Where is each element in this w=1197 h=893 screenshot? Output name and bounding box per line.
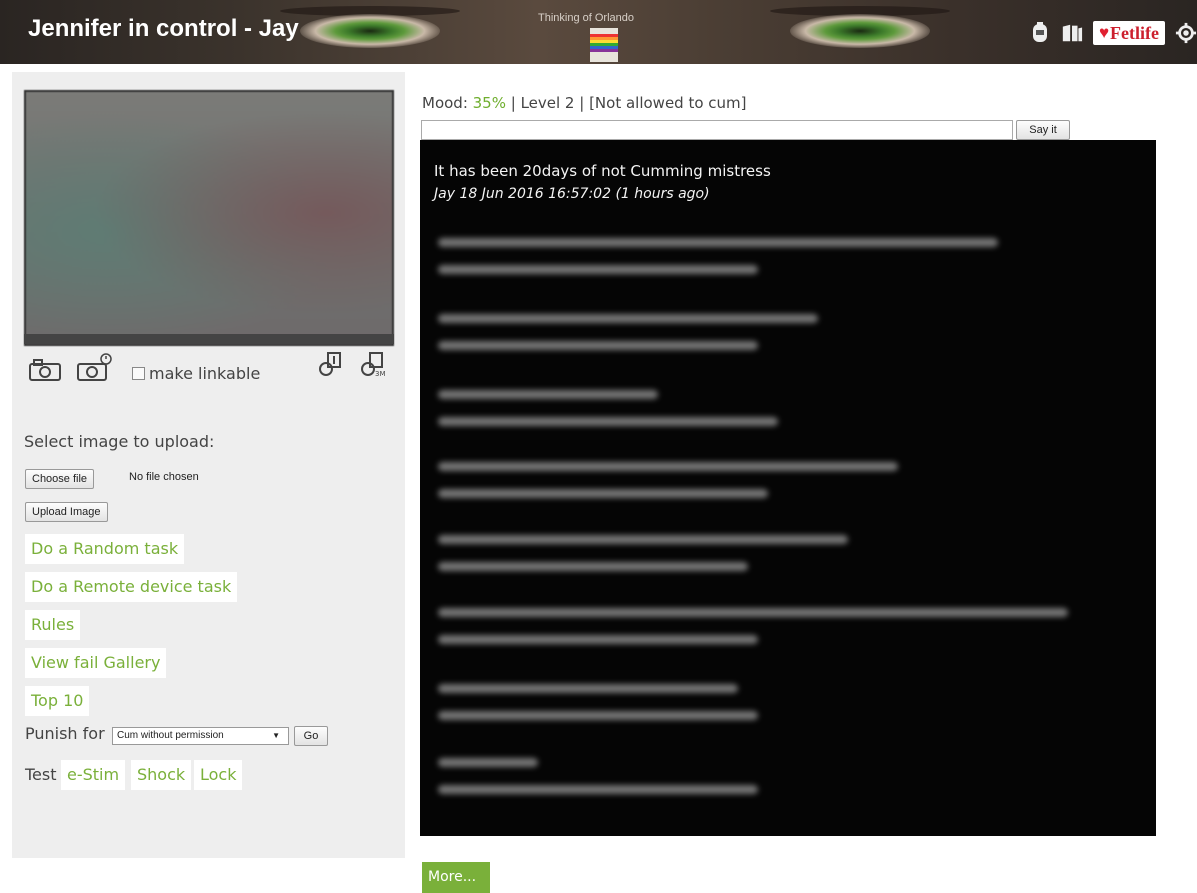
page-title[interactable]: Jennifer in control - Jay bbox=[28, 15, 299, 43]
go-button[interactable]: Go bbox=[294, 726, 328, 746]
blurred-chat-message bbox=[438, 314, 818, 368]
blurred-chat-message bbox=[438, 390, 778, 444]
camera-timer-icon[interactable] bbox=[76, 352, 116, 386]
blurred-chat-message bbox=[438, 535, 848, 589]
fetlife-label: Fetlife bbox=[1110, 22, 1159, 43]
blurred-chat-message bbox=[438, 238, 998, 292]
test-lock-link[interactable]: Lock bbox=[194, 760, 243, 790]
more-button[interactable]: More... bbox=[422, 862, 490, 893]
thinking-of-text: Thinking of Orlando bbox=[538, 12, 634, 24]
say-it-button[interactable]: Say it bbox=[1016, 120, 1070, 140]
webcam-preview bbox=[24, 90, 394, 346]
upload-image-button[interactable]: Upload Image bbox=[25, 502, 108, 522]
select-image-label: Select image to upload: bbox=[24, 432, 215, 451]
blurred-chat-message bbox=[438, 684, 758, 738]
sidebar: make linkable 3M Select image to upload:… bbox=[12, 72, 405, 858]
blurred-chat-message bbox=[438, 758, 758, 812]
rules-link[interactable]: Rules bbox=[25, 610, 81, 640]
top-10-link[interactable]: Top 10 bbox=[25, 686, 90, 716]
rainbow-flag-icon bbox=[590, 28, 618, 62]
heart-icon: ♥ bbox=[1098, 23, 1110, 42]
fail-gallery-link[interactable]: View fail Gallery bbox=[25, 648, 167, 678]
chat-message-text: It has been 20days of not Cumming mistre… bbox=[434, 162, 771, 180]
banner-eye-right bbox=[790, 14, 930, 48]
make-linkable-checkbox[interactable]: make linkable bbox=[132, 364, 260, 383]
no-file-chosen-text: No file chosen bbox=[129, 471, 199, 483]
header-banner: Jennifer in control - Jay Thinking of Or… bbox=[0, 0, 1197, 64]
header-icons: ♥ Fetlife bbox=[1029, 18, 1197, 48]
punish-selected-value: Cum without permission bbox=[117, 730, 224, 741]
mood-prefix: Mood: bbox=[422, 94, 473, 112]
chat-message-meta: Jay 18 Jun 2016 16:57:02 (1 hours ago) bbox=[434, 186, 710, 202]
make-linkable-box[interactable] bbox=[132, 367, 145, 380]
choose-file-button[interactable]: Choose file bbox=[25, 469, 95, 489]
random-task-link[interactable]: Do a Random task bbox=[25, 534, 185, 564]
webcam-preview-bar bbox=[24, 334, 394, 344]
test-shock-link[interactable]: Shock bbox=[131, 760, 192, 790]
status-line: Mood: 35% | Level 2 | [Not allowed to cu… bbox=[422, 94, 747, 112]
video-upload-icon[interactable] bbox=[317, 350, 345, 382]
chat-message-input[interactable] bbox=[421, 120, 1013, 140]
dropdown-caret-icon: ▼ bbox=[272, 731, 280, 740]
mood-suffix: | Level 2 | [Not allowed to cum] bbox=[505, 94, 747, 112]
video-timer-icon[interactable]: 3M bbox=[359, 350, 389, 382]
test-estim-link[interactable]: e-Stim bbox=[61, 760, 126, 790]
punish-reason-select[interactable]: Cum without permission ▼ bbox=[112, 727, 289, 745]
books-icon[interactable] bbox=[1061, 21, 1083, 45]
test-label: Test bbox=[25, 765, 57, 784]
blurred-chat-message bbox=[438, 608, 1068, 662]
svg-text:3M: 3M bbox=[375, 370, 386, 378]
remote-device-task-link[interactable]: Do a Remote device task bbox=[25, 572, 238, 602]
blurred-chat-message bbox=[438, 462, 898, 516]
gear-icon[interactable] bbox=[1175, 21, 1197, 45]
fetlife-logo[interactable]: ♥ Fetlife bbox=[1092, 21, 1165, 45]
mood-percent: 35% bbox=[472, 94, 506, 112]
camera-icon[interactable] bbox=[28, 358, 62, 386]
punish-label: Punish for bbox=[25, 724, 105, 743]
make-linkable-label: make linkable bbox=[149, 364, 261, 383]
banner-eye-left bbox=[300, 14, 440, 48]
piggy-bank-icon[interactable] bbox=[1029, 21, 1051, 45]
chat-log[interactable]: It has been 20days of not Cumming mistre… bbox=[420, 140, 1156, 836]
